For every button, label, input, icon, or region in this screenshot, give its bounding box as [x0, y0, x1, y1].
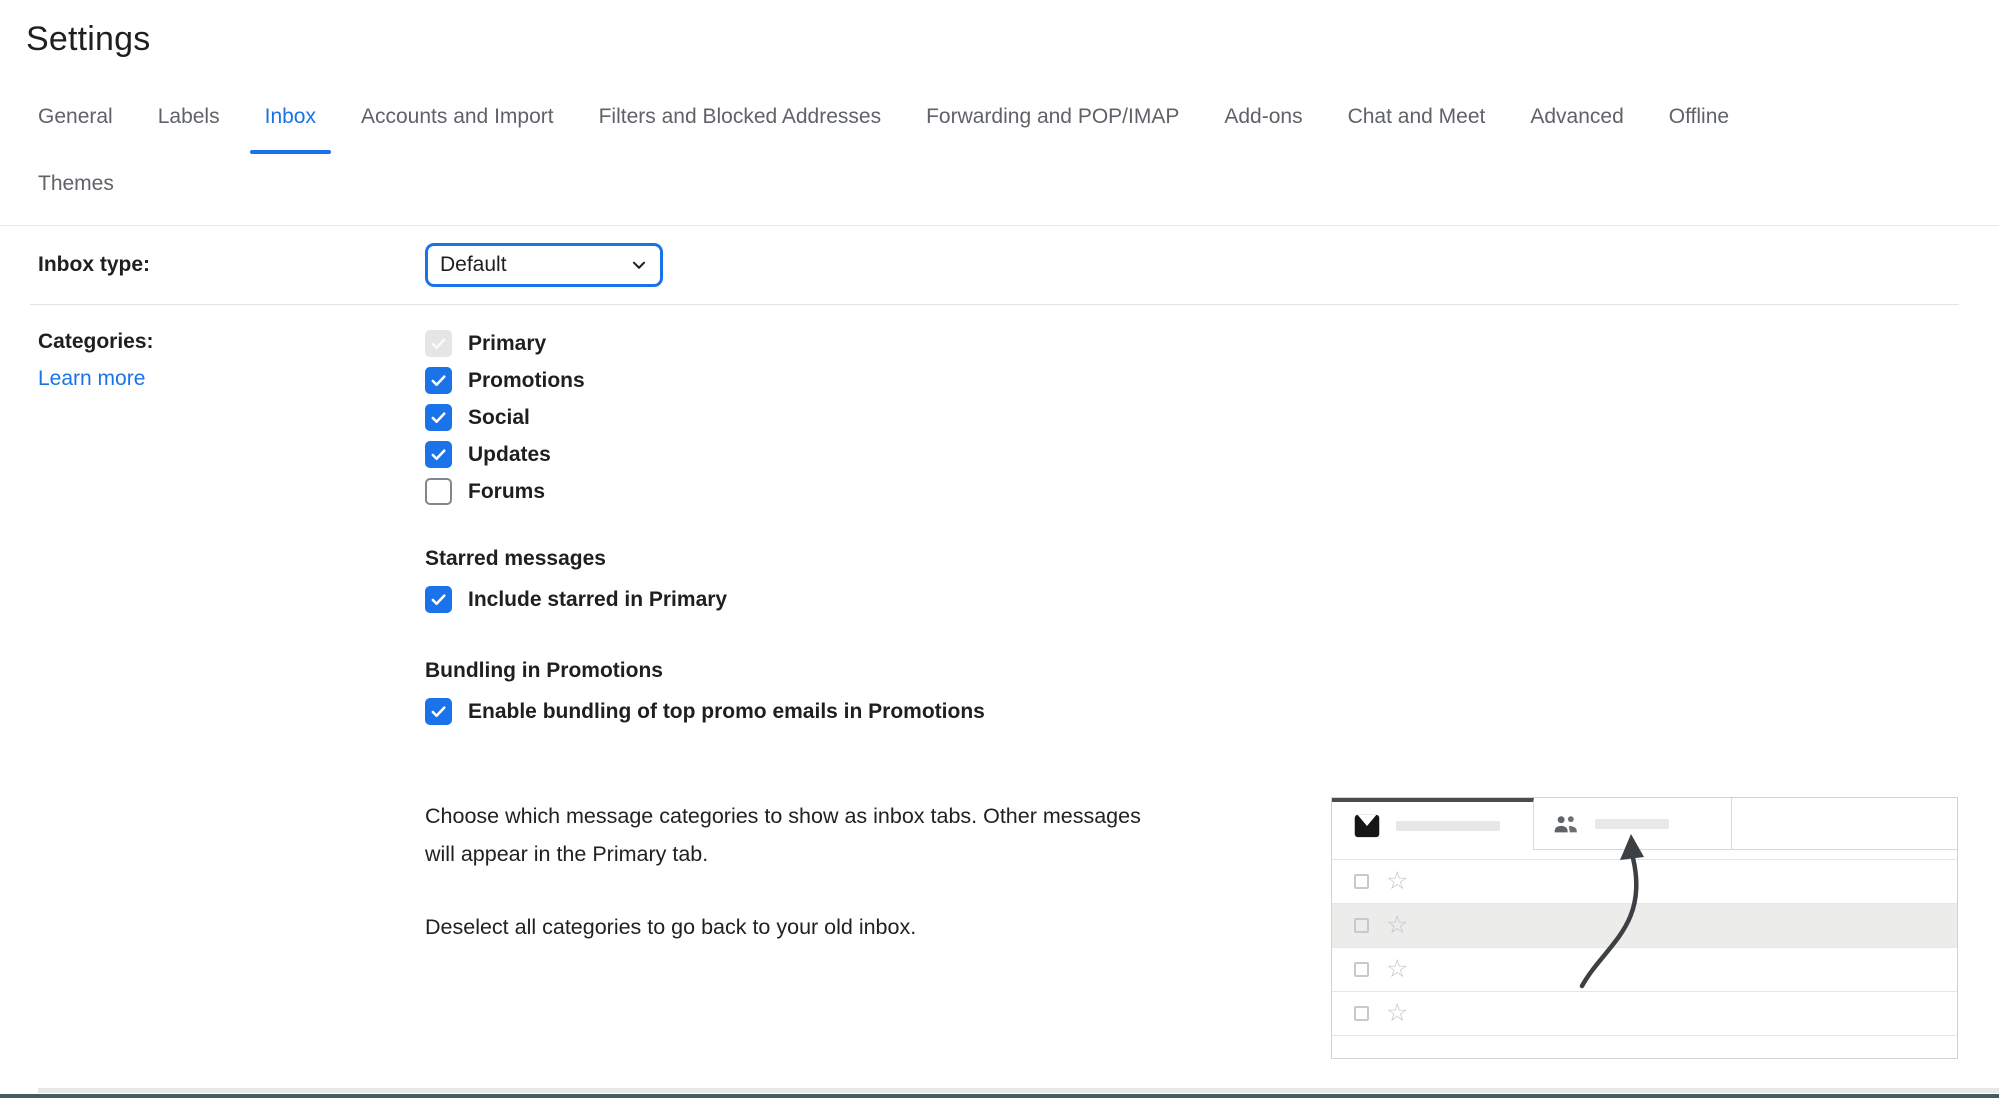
figure-checkbox-icon	[1354, 918, 1369, 933]
figure-tab-label-placeholder	[1595, 819, 1669, 829]
inbox-tabs-illustration: ☆ ☆ ☆ ☆	[1331, 797, 1958, 1059]
star-icon: ☆	[1386, 1001, 1408, 1026]
bundling-heading: Bundling in Promotions	[425, 659, 1958, 683]
category-checkbox-forums[interactable]	[425, 478, 452, 505]
category-label-forums: Forums	[468, 480, 545, 504]
figure-email-row-partial	[1332, 1035, 1957, 1060]
tab-labels[interactable]: Labels	[158, 105, 220, 129]
enable-bundling-checkbox[interactable]	[425, 698, 452, 725]
figure-tab-bar	[1332, 798, 1957, 850]
tab-forwarding-and-pop-imap[interactable]: Forwarding and POP/IMAP	[926, 105, 1179, 129]
category-row-promotions: Promotions	[425, 367, 1958, 394]
tabs-row-1: General Labels Inbox Accounts and Import Fil…	[38, 105, 1999, 129]
category-row-primary: Primary	[425, 330, 1958, 357]
window-bottom-edge	[0, 1094, 1999, 1098]
tab-chat-and-meet[interactable]: Chat and Meet	[1348, 105, 1486, 129]
starred-option-row: Include starred in Primary	[425, 586, 1958, 613]
description-and-figure: Choose which message categories to show …	[425, 797, 1958, 1059]
inbox-type-select[interactable]: Default	[425, 243, 663, 287]
category-row-forums: Forums	[425, 478, 1958, 505]
inbox-type-label: Inbox type:	[38, 253, 150, 276]
tabs-divider	[0, 225, 1999, 226]
settings-tabs: General Labels Inbox Accounts and Import Fil…	[38, 105, 1999, 196]
tab-inbox[interactable]: Inbox	[265, 105, 316, 129]
categories-label: Categories:	[38, 330, 425, 354]
category-label-primary: Primary	[468, 332, 546, 356]
tab-themes[interactable]: Themes	[38, 172, 114, 196]
description-paragraph-2: Deselect all categories to go back to yo…	[425, 908, 1141, 946]
description-paragraph-1: Choose which message categories to show …	[425, 797, 1141, 873]
category-label-updates: Updates	[468, 443, 551, 467]
figure-email-row: ☆	[1332, 991, 1957, 1035]
figure-checkbox-icon	[1354, 874, 1369, 889]
star-icon: ☆	[1386, 913, 1408, 938]
tab-offline[interactable]: Offline	[1669, 105, 1729, 129]
figure-gap	[1332, 850, 1957, 859]
people-icon	[1552, 814, 1580, 834]
starred-option-label: Include starred in Primary	[468, 588, 727, 612]
categories-description: Choose which message categories to show …	[425, 797, 1141, 946]
star-icon: ☆	[1386, 957, 1408, 982]
star-icon: ☆	[1386, 869, 1408, 894]
figure-checkbox-icon	[1354, 1006, 1369, 1021]
inbox-icon	[1353, 813, 1381, 839]
inbox-type-value: Default	[440, 253, 507, 277]
figure-tab-label-placeholder	[1396, 821, 1500, 831]
tab-general[interactable]: General	[38, 105, 113, 129]
categories-section: Categories: Learn more Primary Promotions…	[38, 330, 1999, 1059]
inbox-type-row: Inbox type: Default	[38, 241, 1999, 289]
starred-heading: Starred messages	[425, 547, 1958, 571]
bundling-option-row: Enable bundling of top promo emails in P…	[425, 698, 1958, 725]
figure-checkbox-icon	[1354, 962, 1369, 977]
category-row-updates: Updates	[425, 441, 1958, 468]
category-checkbox-promotions[interactable]	[425, 367, 452, 394]
page-title: Settings	[0, 0, 1999, 59]
bundling-option-label: Enable bundling of top promo emails in P…	[468, 700, 985, 724]
tab-advanced[interactable]: Advanced	[1530, 105, 1623, 129]
category-list: Primary Promotions Social Updates Forums	[425, 330, 1958, 505]
figure-social-tab	[1534, 798, 1732, 850]
category-label-promotions: Promotions	[468, 369, 585, 393]
figure-email-rows: ☆ ☆ ☆ ☆	[1332, 859, 1957, 1035]
include-starred-checkbox[interactable]	[425, 586, 452, 613]
section-divider	[30, 304, 1959, 305]
bottom-divider	[38, 1088, 1999, 1093]
tab-filters-and-blocked-addresses[interactable]: Filters and Blocked Addresses	[599, 105, 881, 129]
category-checkbox-updates[interactable]	[425, 441, 452, 468]
figure-tab-bar-spacer	[1732, 798, 1957, 850]
figure-primary-tab	[1332, 798, 1534, 850]
category-label-social: Social	[468, 406, 530, 430]
gmail-settings-page: Settings General Labels Inbox Accounts and …	[0, 0, 1999, 1098]
category-row-social: Social	[425, 404, 1958, 431]
tab-add-ons[interactable]: Add-ons	[1224, 105, 1302, 129]
figure-email-row: ☆	[1332, 859, 1957, 903]
category-checkbox-primary	[425, 330, 452, 357]
category-checkbox-social[interactable]	[425, 404, 452, 431]
figure-email-row: ☆	[1332, 947, 1957, 991]
chevron-down-icon	[628, 254, 650, 276]
learn-more-link[interactable]: Learn more	[38, 367, 145, 391]
tab-accounts-and-import[interactable]: Accounts and Import	[361, 105, 554, 129]
tabs-row-2: Themes	[38, 172, 1999, 196]
figure-email-row: ☆	[1332, 903, 1957, 947]
